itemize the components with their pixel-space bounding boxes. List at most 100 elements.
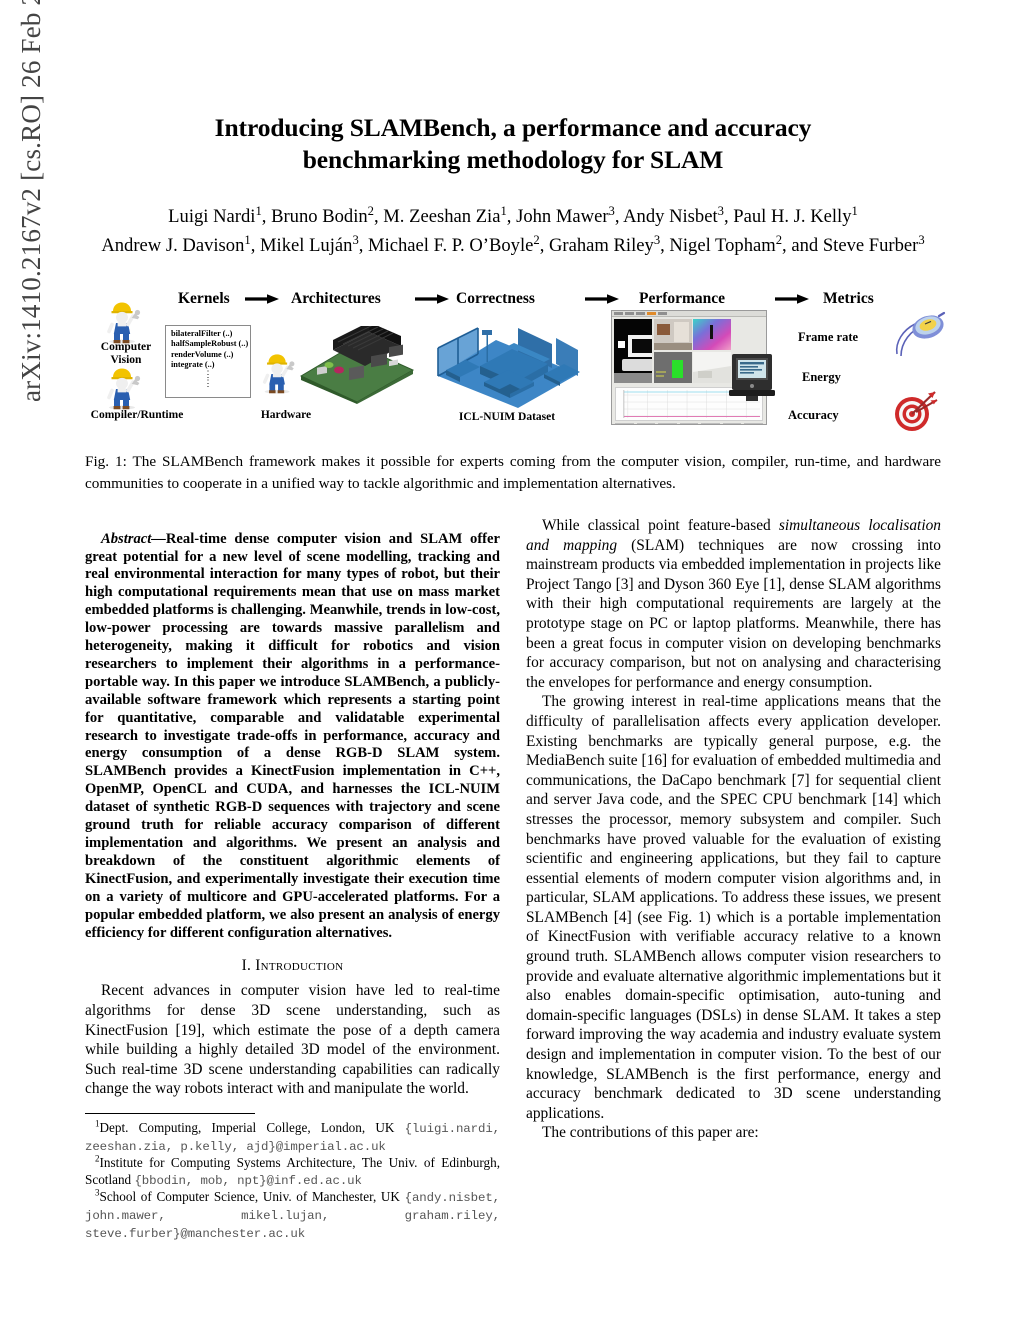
footnote-emails: {bbodin, mob, npt}@inf.ed.ac.uk [134, 1173, 362, 1188]
sublabel-computer-vision: Computer Vision [100, 341, 152, 366]
legend-swatch [679, 422, 699, 424]
dartboard-icon [891, 388, 941, 434]
author-affiliation-marker: 3 [608, 203, 615, 218]
title-line-2: benchmarking methodology for SLAM [302, 145, 724, 174]
legend-swatch [701, 422, 720, 424]
viewport-volume [653, 351, 692, 383]
author-affiliation-marker: 1 [500, 203, 507, 218]
sublabel-compiler-runtime: Compiler/Runtime [90, 409, 184, 421]
author-name: Luigi Nardi1 [168, 203, 262, 227]
author-affiliation-marker: 3 [653, 232, 661, 247]
figure-caption: Fig. 1: The SLAMBench framework makes it… [85, 453, 941, 492]
footnote-affiliation: School of Computer Science, Univ. of Man… [99, 1189, 405, 1205]
sublabel-hardware: Hardware [260, 409, 312, 421]
author-affiliation-marker: 1 [851, 203, 858, 218]
author-name: M. Zeeshan Zia1 [383, 203, 507, 227]
abstract-text: Real-time dense computer vision and SLAM… [85, 530, 500, 941]
right-column: While classical point feature-based simu… [526, 516, 941, 1242]
page-title: Introducing SLAMBench, a performance and… [85, 112, 941, 176]
pipeline-label-performance: Performance [639, 290, 726, 307]
abstract-paragraph: Abstract—Real-time dense computer vision… [85, 531, 500, 943]
kernel-list-box: bilateralFilter (..) halfSampleRobust (.… [165, 325, 251, 398]
author-affiliation-marker: 3 [717, 203, 724, 218]
abstract-heading: Abstract— [101, 530, 166, 547]
author-name: Andrew J. Davison1 [101, 232, 251, 256]
kernel-ellipsis: ⋮ [203, 378, 213, 389]
pipeline-arrow-4 [775, 292, 809, 306]
toolbar-dash [614, 312, 623, 315]
author-line-1: Luigi Nardi1, Bruno Bodin2, M. Zeeshan Z… [168, 203, 858, 227]
toolbar-dash [658, 312, 667, 315]
footnote-block: 1Dept. Computing, Imperial College, Lond… [85, 1119, 500, 1242]
pipeline-label-correctness: Correctness [456, 290, 535, 307]
right-paragraph-3: The contributions of this paper are: [542, 1124, 759, 1142]
title-line-1: Introducing SLAMBench, a performance and… [214, 113, 812, 142]
rp1-part-a: While classical point feature-based [542, 517, 779, 534]
author-name: Graham Riley3 [548, 232, 661, 256]
legend-swatch [744, 422, 764, 424]
footnote-rule [85, 1113, 255, 1114]
perf-legend [612, 422, 766, 424]
metric-label-frame-rate: Frame rate [798, 330, 859, 344]
legend-swatch [636, 422, 656, 424]
right-paragraph-1: While classical point feature-based simu… [526, 516, 941, 692]
toolbar-dash-active [647, 312, 656, 315]
power-meter-icon [726, 350, 782, 404]
author-affiliation-marker: 3 [918, 232, 925, 247]
two-column-body: Abstract—Real-time dense computer vision… [85, 516, 941, 1242]
right-paragraph-2: The growing interest in real-time applic… [526, 693, 941, 1122]
author-name: John Mawer3 [516, 203, 615, 227]
kernel-item: renderVolume (..) [171, 349, 234, 359]
pipeline-arrow-2 [415, 292, 449, 306]
author-affiliation-marker: 3 [352, 232, 359, 247]
section-heading-introduction: I. Introduction [241, 957, 344, 975]
footnote-affiliation: Dept. Computing, Imperial College, Londo… [99, 1120, 405, 1135]
author-name: Mikel Luján3 [260, 232, 359, 256]
intro-paragraph: Recent advances in computer vision have … [85, 982, 500, 1098]
figure-1: Kernels Architectures Correctness Perfor… [85, 288, 946, 443]
author-list: Luigi Nardi1, Bruno Bodin2, M. Zeeshan Z… [85, 202, 941, 260]
author-name: Andy Nisbet3 [623, 203, 724, 227]
author-affiliation-marker: 2 [775, 232, 783, 247]
author-name: Bruno Bodin2 [271, 203, 374, 227]
worker-icon-computer-vision [101, 300, 147, 344]
paper-page: Introducing SLAMBench, a performance and… [85, 0, 946, 1320]
pipeline-label-metrics: Metrics [823, 290, 874, 307]
toolbar-dash [636, 312, 645, 315]
stopwatch-icon [891, 310, 947, 358]
legend-swatch [722, 422, 742, 424]
footnote-3: 3School of Computer Science, Univ. of Ma… [85, 1188, 500, 1242]
pipeline-arrow-1 [245, 292, 279, 306]
author-affiliation-marker: 2 [533, 232, 540, 247]
legend-swatch [615, 422, 634, 424]
hardware-board-image [293, 326, 417, 404]
author-affiliation-marker: 2 [367, 203, 374, 218]
pipeline-label-kernels: Kernels [178, 290, 230, 307]
pipeline-label-architectures: Architectures [291, 290, 381, 307]
viewport-depth [693, 319, 764, 350]
footnote-2: 2Institute for Computing Systems Archite… [85, 1154, 500, 1189]
author-name: Paul H. J. Kelly1 [733, 203, 858, 227]
author-affiliation-marker: 1 [255, 203, 262, 218]
author-name: Nigel Topham2 [669, 232, 783, 256]
legend-swatch [658, 422, 677, 424]
sublabel-dataset: ICL-NUIM Dataset [458, 411, 556, 423]
metric-label-energy: Energy [802, 370, 841, 384]
worker-icon-compiler-runtime [101, 366, 147, 410]
viewport-rgb [653, 319, 692, 350]
author-name: Michael F. P. O’Boyle2 [368, 232, 540, 256]
kernel-item: halfSampleRobust (..) [171, 339, 249, 349]
pipeline-arrow-3 [585, 292, 619, 306]
author-name: and Steve Furber3 [791, 232, 925, 256]
toolbar-dash [625, 312, 634, 315]
viewport-track [614, 319, 652, 383]
author-line-2: Andrew J. Davison1, Mikel Luján3, Michae… [101, 232, 925, 256]
rp1-part-b: (SLAM) techniques are now crossing into … [526, 536, 941, 691]
arxiv-stamp: arXiv:1410.2167v2 [cs.RO] 26 Feb 2015 [15, 0, 46, 402]
left-column: Abstract—Real-time dense computer vision… [85, 516, 500, 1242]
kernel-item: bilateralFilter (..) [171, 329, 233, 338]
icl-nuim-scene-image [422, 314, 588, 412]
author-affiliation-marker: 1 [244, 232, 251, 247]
footnote-1: 1Dept. Computing, Imperial College, Lond… [85, 1119, 500, 1155]
metric-label-accuracy: Accuracy [788, 408, 839, 422]
